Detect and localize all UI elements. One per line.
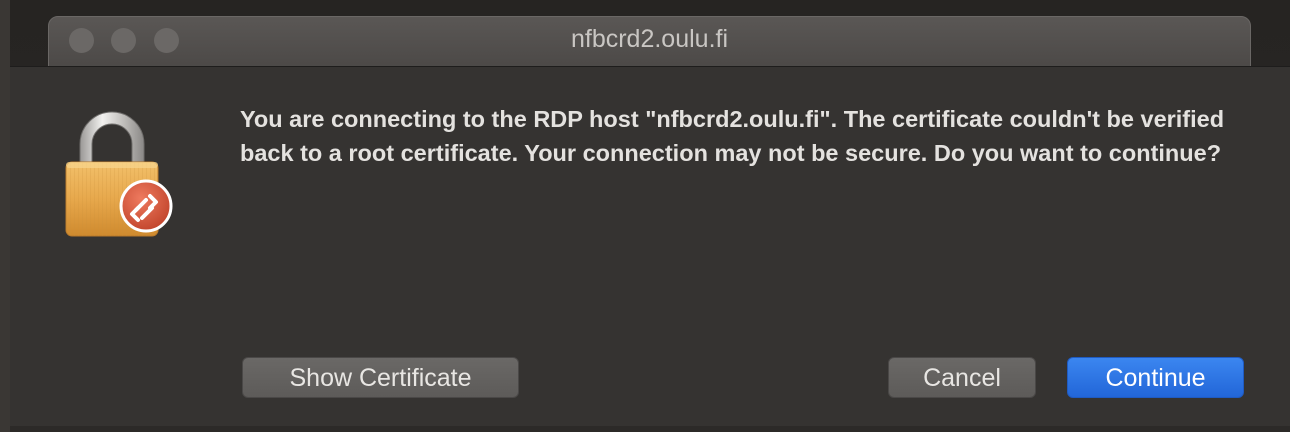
window-title: nfbcrd2.oulu.fi — [570, 25, 729, 53]
background-edge — [0, 0, 10, 432]
cancel-button[interactable]: Cancel — [888, 357, 1036, 398]
sheet-bottom — [10, 426, 1290, 432]
padlock-icon — [65, 111, 173, 237]
remote-desktop-badge-icon — [119, 179, 173, 233]
screen: nfbcrd2.oulu.fi You are connecting to th… — [0, 0, 1290, 432]
show-certificate-button[interactable]: Show Certificate — [242, 357, 519, 398]
alert-message: You are connecting to the RDP host "nfbc… — [240, 106, 1225, 166]
continue-button[interactable]: Continue — [1067, 357, 1244, 398]
